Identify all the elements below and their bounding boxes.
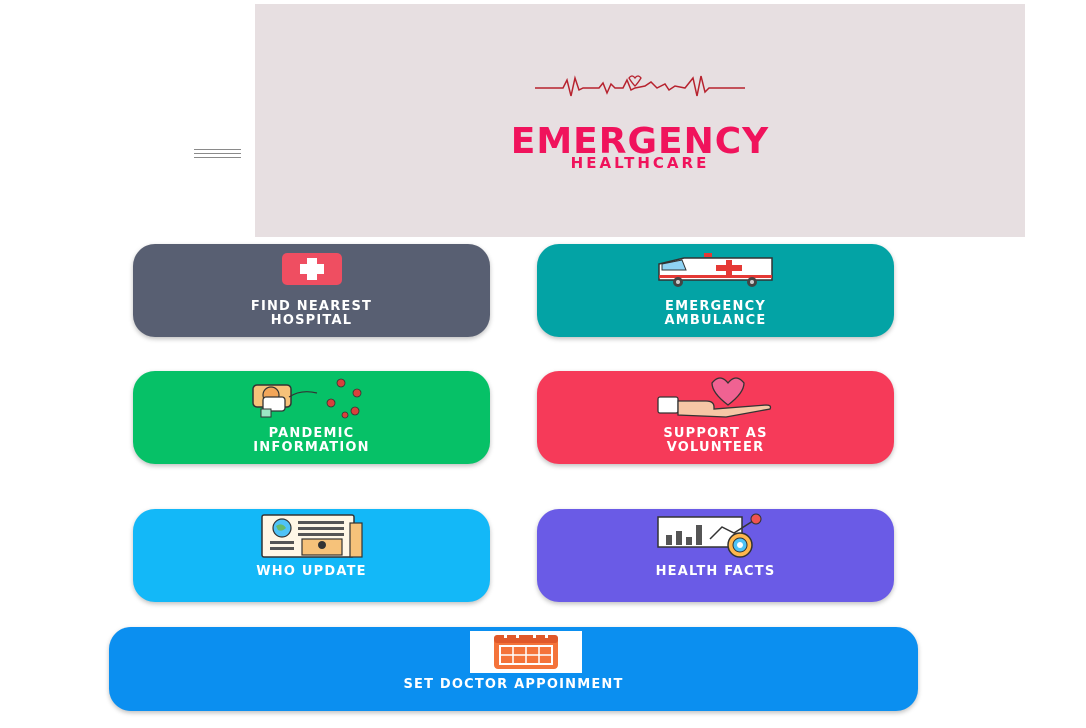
ambulance-icon [657, 253, 773, 287]
set-doctor-appointment-button[interactable]: SET DOCTOR APPOINMENT [109, 627, 918, 711]
tile-label: SUPPORT AS VOLUNTEER [663, 426, 768, 455]
who-update-button[interactable]: WHO UPDATE [133, 509, 490, 602]
find-nearest-hospital-button[interactable]: FIND NEAREST HOSPITAL [133, 244, 490, 337]
pandemic-information-button[interactable]: PANDEMIC INFORMATION [133, 371, 490, 464]
analytics-chart-icon [656, 513, 761, 558]
support-as-volunteer-button[interactable]: SUPPORT AS VOLUNTEER [537, 371, 894, 464]
calendar-icon [470, 631, 582, 673]
appointment-label: SET DOCTOR APPOINMENT [403, 677, 624, 692]
app-subtitle: HEALTHCARE [570, 154, 710, 172]
health-facts-button[interactable]: HEALTH FACTS [537, 509, 894, 602]
tile-label: HEALTH FACTS [655, 564, 776, 579]
emergency-ambulance-button[interactable]: EMERGENCY AMBULANCE [537, 244, 894, 337]
tile-label: PANDEMIC INFORMATION [253, 426, 370, 455]
hospital-cross-icon [281, 253, 342, 285]
header-banner: EMERGENCY HEALTHCARE [255, 4, 1025, 237]
heartbeat-pulse-icon [535, 75, 745, 97]
tile-label: WHO UPDATE [256, 564, 367, 579]
newspaper-icon [260, 514, 363, 558]
tile-label: FIND NEAREST HOSPITAL [250, 299, 373, 328]
tile-label: EMERGENCY AMBULANCE [664, 299, 767, 328]
hamburger-menu-button[interactable] [194, 146, 241, 162]
heart-hand-icon [656, 377, 771, 418]
virus-doctor-icon [251, 378, 361, 419]
